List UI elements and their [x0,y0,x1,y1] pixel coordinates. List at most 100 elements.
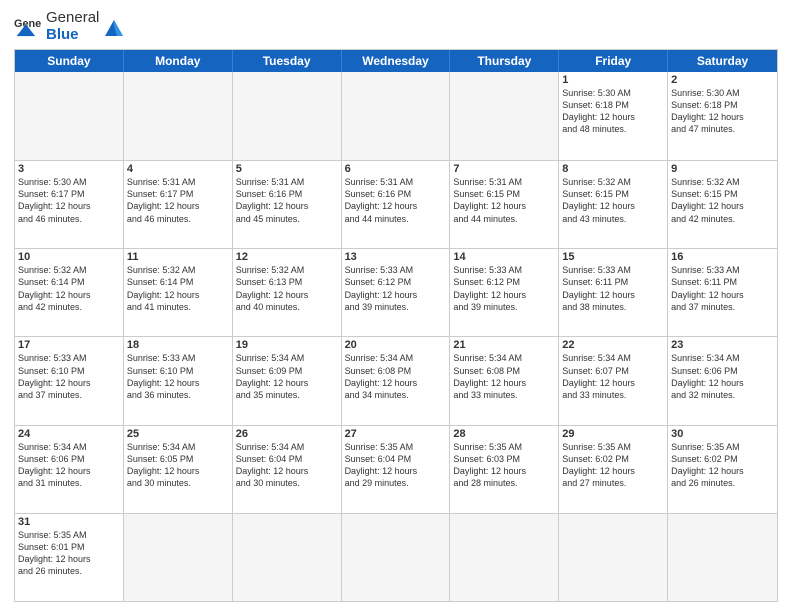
cell-info-text: Sunrise: 5:31 AM Sunset: 6:16 PM Dayligh… [236,176,338,225]
cell-info-text: Sunrise: 5:32 AM Sunset: 6:14 PM Dayligh… [127,264,229,313]
day-headers-row: SundayMondayTuesdayWednesdayThursdayFrid… [15,50,777,72]
calendar-cell: 8Sunrise: 5:32 AM Sunset: 6:15 PM Daylig… [559,161,668,248]
logo: General General Blue [14,10,125,43]
calendar-page: General General Blue SundayMondayTuesday… [0,0,792,612]
logo-triangle-icon [103,16,125,38]
cell-date-number: 4 [127,163,229,175]
cell-date-number: 29 [562,428,664,440]
calendar-cell: 10Sunrise: 5:32 AM Sunset: 6:14 PM Dayli… [15,249,124,336]
calendar-cell: 26Sunrise: 5:34 AM Sunset: 6:04 PM Dayli… [233,426,342,513]
calendar-cell [668,514,777,601]
cell-date-number: 12 [236,251,338,263]
calendar-cell: 30Sunrise: 5:35 AM Sunset: 6:02 PM Dayli… [668,426,777,513]
cell-date-number: 25 [127,428,229,440]
cell-date-number: 23 [671,339,774,351]
cell-info-text: Sunrise: 5:30 AM Sunset: 6:18 PM Dayligh… [671,87,774,136]
calendar-cell [124,514,233,601]
logo-blue-text: Blue [46,27,99,44]
cell-date-number: 24 [18,428,120,440]
cell-info-text: Sunrise: 5:33 AM Sunset: 6:11 PM Dayligh… [562,264,664,313]
cell-info-text: Sunrise: 5:35 AM Sunset: 6:04 PM Dayligh… [345,441,447,490]
cell-info-text: Sunrise: 5:33 AM Sunset: 6:12 PM Dayligh… [453,264,555,313]
calendar-cell: 6Sunrise: 5:31 AM Sunset: 6:16 PM Daylig… [342,161,451,248]
cell-date-number: 20 [345,339,447,351]
cell-info-text: Sunrise: 5:34 AM Sunset: 6:05 PM Dayligh… [127,441,229,490]
cell-date-number: 15 [562,251,664,263]
cell-info-text: Sunrise: 5:32 AM Sunset: 6:15 PM Dayligh… [562,176,664,225]
calendar-cell [450,514,559,601]
cell-info-text: Sunrise: 5:30 AM Sunset: 6:17 PM Dayligh… [18,176,120,225]
calendar-week-6: 31Sunrise: 5:35 AM Sunset: 6:01 PM Dayli… [15,513,777,601]
cell-info-text: Sunrise: 5:34 AM Sunset: 6:08 PM Dayligh… [345,352,447,401]
cell-info-text: Sunrise: 5:34 AM Sunset: 6:08 PM Dayligh… [453,352,555,401]
day-header-friday: Friday [559,50,668,72]
cell-info-text: Sunrise: 5:35 AM Sunset: 6:01 PM Dayligh… [18,529,120,578]
general-blue-logo-icon: General [14,13,42,41]
calendar-cell [124,72,233,160]
calendar-cell: 22Sunrise: 5:34 AM Sunset: 6:07 PM Dayli… [559,337,668,424]
calendar-cell: 5Sunrise: 5:31 AM Sunset: 6:16 PM Daylig… [233,161,342,248]
cell-date-number: 14 [453,251,555,263]
cell-date-number: 31 [18,516,120,528]
cell-date-number: 2 [671,74,774,86]
cell-info-text: Sunrise: 5:34 AM Sunset: 6:06 PM Dayligh… [18,441,120,490]
calendar-cell: 7Sunrise: 5:31 AM Sunset: 6:15 PM Daylig… [450,161,559,248]
day-header-wednesday: Wednesday [342,50,451,72]
calendar-cell [233,514,342,601]
cell-date-number: 9 [671,163,774,175]
calendar-cell: 15Sunrise: 5:33 AM Sunset: 6:11 PM Dayli… [559,249,668,336]
calendar-cell: 1Sunrise: 5:30 AM Sunset: 6:18 PM Daylig… [559,72,668,160]
cell-info-text: Sunrise: 5:32 AM Sunset: 6:13 PM Dayligh… [236,264,338,313]
calendar-cell: 12Sunrise: 5:32 AM Sunset: 6:13 PM Dayli… [233,249,342,336]
calendar-grid: 1Sunrise: 5:30 AM Sunset: 6:18 PM Daylig… [15,72,777,601]
cell-date-number: 11 [127,251,229,263]
cell-date-number: 1 [562,74,664,86]
cell-date-number: 3 [18,163,120,175]
calendar-cell: 14Sunrise: 5:33 AM Sunset: 6:12 PM Dayli… [450,249,559,336]
cell-info-text: Sunrise: 5:31 AM Sunset: 6:16 PM Dayligh… [345,176,447,225]
calendar-week-5: 24Sunrise: 5:34 AM Sunset: 6:06 PM Dayli… [15,425,777,513]
calendar-cell [450,72,559,160]
calendar-cell: 29Sunrise: 5:35 AM Sunset: 6:02 PM Dayli… [559,426,668,513]
calendar-cell: 3Sunrise: 5:30 AM Sunset: 6:17 PM Daylig… [15,161,124,248]
calendar-cell: 24Sunrise: 5:34 AM Sunset: 6:06 PM Dayli… [15,426,124,513]
cell-date-number: 17 [18,339,120,351]
day-header-thursday: Thursday [450,50,559,72]
calendar-cell [559,514,668,601]
calendar-cell: 23Sunrise: 5:34 AM Sunset: 6:06 PM Dayli… [668,337,777,424]
cell-date-number: 30 [671,428,774,440]
header: General General Blue [14,10,778,43]
calendar-cell: 20Sunrise: 5:34 AM Sunset: 6:08 PM Dayli… [342,337,451,424]
calendar-week-4: 17Sunrise: 5:33 AM Sunset: 6:10 PM Dayli… [15,336,777,424]
calendar-cell: 18Sunrise: 5:33 AM Sunset: 6:10 PM Dayli… [124,337,233,424]
calendar-week-1: 1Sunrise: 5:30 AM Sunset: 6:18 PM Daylig… [15,72,777,160]
calendar-cell: 25Sunrise: 5:34 AM Sunset: 6:05 PM Dayli… [124,426,233,513]
cell-info-text: Sunrise: 5:34 AM Sunset: 6:07 PM Dayligh… [562,352,664,401]
cell-date-number: 5 [236,163,338,175]
cell-date-number: 7 [453,163,555,175]
cell-info-text: Sunrise: 5:34 AM Sunset: 6:04 PM Dayligh… [236,441,338,490]
cell-info-text: Sunrise: 5:35 AM Sunset: 6:03 PM Dayligh… [453,441,555,490]
calendar: SundayMondayTuesdayWednesdayThursdayFrid… [14,49,778,602]
cell-info-text: Sunrise: 5:33 AM Sunset: 6:12 PM Dayligh… [345,264,447,313]
cell-info-text: Sunrise: 5:32 AM Sunset: 6:15 PM Dayligh… [671,176,774,225]
calendar-cell [15,72,124,160]
cell-info-text: Sunrise: 5:35 AM Sunset: 6:02 PM Dayligh… [671,441,774,490]
cell-date-number: 19 [236,339,338,351]
calendar-cell: 16Sunrise: 5:33 AM Sunset: 6:11 PM Dayli… [668,249,777,336]
cell-date-number: 27 [345,428,447,440]
cell-info-text: Sunrise: 5:32 AM Sunset: 6:14 PM Dayligh… [18,264,120,313]
cell-date-number: 28 [453,428,555,440]
calendar-cell [342,72,451,160]
logo-general-text: General [46,10,99,27]
calendar-cell: 4Sunrise: 5:31 AM Sunset: 6:17 PM Daylig… [124,161,233,248]
cell-date-number: 6 [345,163,447,175]
cell-info-text: Sunrise: 5:33 AM Sunset: 6:11 PM Dayligh… [671,264,774,313]
cell-info-text: Sunrise: 5:31 AM Sunset: 6:17 PM Dayligh… [127,176,229,225]
cell-info-text: Sunrise: 5:30 AM Sunset: 6:18 PM Dayligh… [562,87,664,136]
calendar-cell: 9Sunrise: 5:32 AM Sunset: 6:15 PM Daylig… [668,161,777,248]
calendar-cell [233,72,342,160]
cell-date-number: 18 [127,339,229,351]
calendar-cell: 17Sunrise: 5:33 AM Sunset: 6:10 PM Dayli… [15,337,124,424]
cell-info-text: Sunrise: 5:33 AM Sunset: 6:10 PM Dayligh… [18,352,120,401]
